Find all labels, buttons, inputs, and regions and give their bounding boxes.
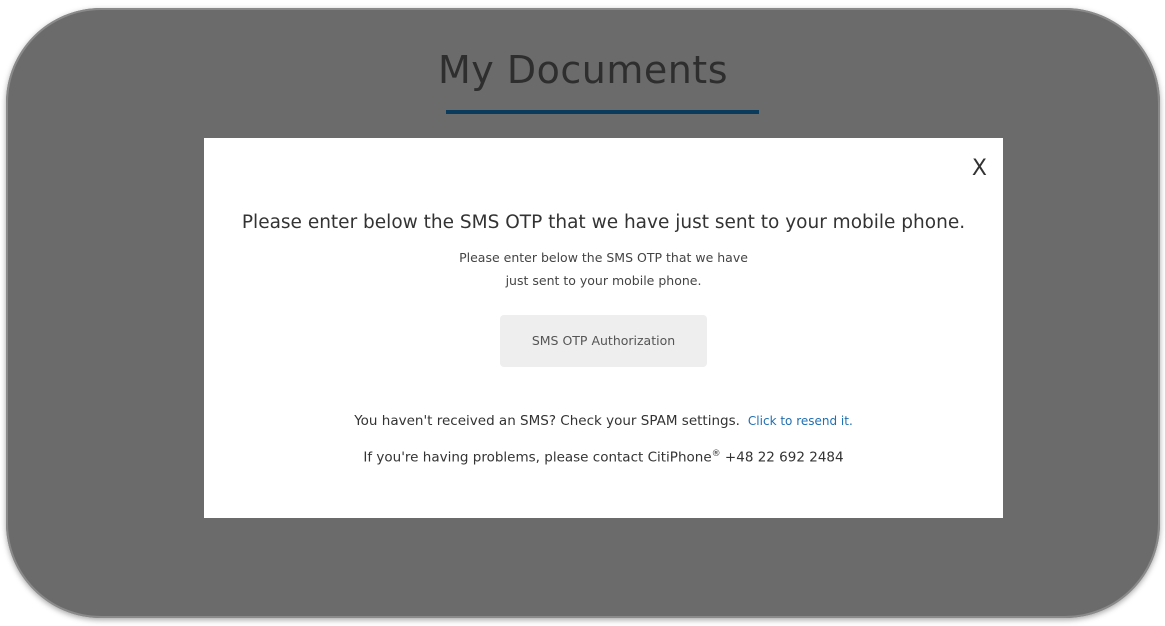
contact-phone: +48 22 692 2484 [724,449,844,466]
registered-mark: ® [711,449,721,459]
modal-subtext-line-2: just sent to your mobile phone. [505,273,702,288]
contact-notice: If you're having problems, please contac… [204,449,1003,466]
page-backdrop: My Documents X Please enter below the SM… [6,8,1160,618]
sms-otp-authorization-button[interactable]: SMS OTP Authorization [500,315,707,367]
modal-heading: Please enter below the SMS OTP that we h… [241,212,966,233]
page-title: My Documents [437,48,729,92]
title-underline [446,110,759,114]
spam-notice-text: You haven't received an SMS? Check your … [354,413,740,429]
spam-notice: You haven't received an SMS? Check your … [204,413,1003,429]
resend-link[interactable]: Click to resend it. [748,414,853,428]
sms-otp-modal: X Please enter below the SMS OTP that we… [204,138,1003,518]
contact-text: If you're having problems, please contac… [363,449,712,466]
modal-subtext-line-1: Please enter below the SMS OTP that we h… [459,250,748,265]
modal-subtext: Please enter below the SMS OTP that we h… [204,246,1003,292]
close-button[interactable]: X [972,158,987,180]
